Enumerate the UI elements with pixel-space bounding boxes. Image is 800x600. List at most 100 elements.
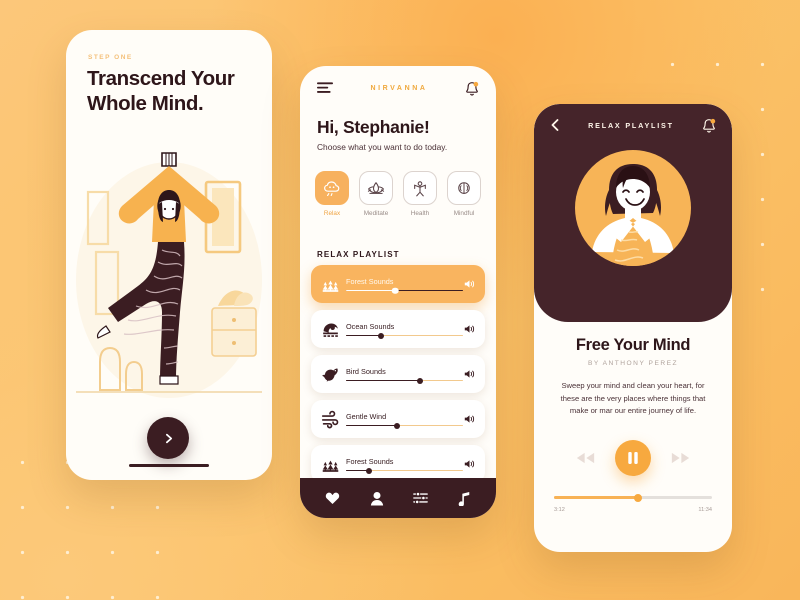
- category-mindful-box: [447, 171, 481, 205]
- category-relax[interactable]: Relax: [315, 171, 349, 217]
- yoga-illustration: [76, 152, 262, 398]
- track-body: Forest Sounds: [346, 276, 463, 295]
- track-body: Ocean Sounds: [346, 321, 463, 339]
- track-slider-thumb[interactable]: [366, 467, 373, 474]
- chevron-left-icon[interactable]: [550, 118, 560, 132]
- speaker-icon[interactable]: [463, 414, 476, 424]
- track-slider[interactable]: [346, 467, 463, 474]
- bottom-navigation: [300, 478, 496, 518]
- person-icon: [370, 491, 383, 505]
- lotus-flower-icon: [367, 181, 385, 194]
- home-screen: NIRVANNA Hi, Stephanie! Choose what you …: [300, 66, 496, 518]
- track-slider-fill: [346, 290, 396, 292]
- track-name: Forest Sounds: [346, 456, 394, 466]
- play-pause-button[interactable]: [615, 440, 651, 476]
- track-slider-thumb[interactable]: [391, 287, 399, 295]
- track-slider[interactable]: [346, 287, 463, 295]
- player-screen: RELAX PLAYLIST Free Your Mind BY ANTHONY…: [534, 104, 732, 552]
- sliders-icon: [413, 491, 429, 505]
- bird-icon: [319, 365, 341, 384]
- track-row[interactable]: Forest Sounds: [311, 265, 485, 303]
- ocean-wave-icon: [319, 320, 341, 339]
- track-name: Ocean Sounds: [346, 321, 395, 331]
- track-name: Bird Sounds: [346, 366, 386, 376]
- home-topbar: NIRVANNA: [300, 66, 496, 110]
- track-body: Bird Sounds: [346, 366, 463, 384]
- speaker-icon[interactable]: [463, 459, 476, 469]
- track-slider[interactable]: [346, 377, 463, 384]
- playlist: Forest Sounds Ocean Sounds Bird Sounds G…: [311, 265, 485, 490]
- track-slider-fill: [346, 335, 382, 337]
- hamburger-menu-icon[interactable]: [317, 82, 333, 94]
- greeting-subtitle: Choose what you want to do today.: [317, 142, 448, 152]
- next-button[interactable]: [147, 417, 189, 459]
- bell-notification-icon[interactable]: [702, 118, 716, 133]
- speaker-icon[interactable]: [463, 324, 476, 334]
- forest-trees-icon: [319, 275, 341, 294]
- track-row[interactable]: Bird Sounds: [311, 355, 485, 393]
- track-slider[interactable]: [346, 332, 463, 339]
- category-health-box: [403, 171, 437, 205]
- track-slider-thumb[interactable]: [416, 377, 423, 384]
- brain-icon: [458, 181, 470, 194]
- progress-slider[interactable]: [554, 493, 712, 502]
- time-current: 3:12: [554, 507, 565, 513]
- chevron-right-icon: [165, 433, 172, 443]
- nav-music[interactable]: [458, 491, 471, 506]
- category-meditate-box: [359, 171, 393, 205]
- home-indicator: [129, 463, 209, 467]
- track-row[interactable]: Gentle Wind: [311, 400, 485, 438]
- greeting-title: Hi, Stephanie!: [317, 117, 430, 137]
- section-title: RELAX PLAYLIST: [317, 250, 400, 259]
- category-relax-box: [315, 171, 349, 205]
- track-slider-thumb[interactable]: [378, 332, 385, 339]
- wind-icon: [319, 410, 341, 429]
- category-list: Relax Meditate Health Mindful: [315, 171, 481, 217]
- player-topbar: RELAX PLAYLIST: [534, 104, 732, 146]
- pause-icon: [628, 452, 638, 464]
- nav-profile[interactable]: [370, 491, 384, 506]
- player-controls: [534, 440, 732, 476]
- category-mindful-label: Mindful: [453, 209, 475, 217]
- rewind-button[interactable]: [576, 451, 595, 465]
- progress-fill: [554, 496, 638, 500]
- cloud-relax-icon: [324, 181, 340, 196]
- track-slider[interactable]: [346, 422, 463, 429]
- time-total: 11:34: [698, 507, 712, 513]
- avatar: [575, 150, 691, 266]
- progress-thumb[interactable]: [633, 493, 642, 502]
- app-brand: NIRVANNA: [370, 84, 428, 92]
- song-quote: Sweep your mind and clean your heart, fo…: [560, 381, 706, 415]
- forward-button[interactable]: [671, 451, 690, 465]
- speaker-icon[interactable]: [463, 369, 476, 379]
- category-relax-label: Relax: [323, 209, 341, 217]
- category-meditate-label: Meditate: [363, 209, 389, 217]
- track-slider-thumb[interactable]: [394, 422, 401, 429]
- bell-notification-icon[interactable]: [465, 81, 479, 96]
- track-name: Forest Sounds: [346, 276, 394, 286]
- track-slider-fill: [346, 425, 398, 427]
- speaker-icon[interactable]: [463, 279, 476, 289]
- track-row[interactable]: Ocean Sounds: [311, 310, 485, 348]
- track-body: Gentle Wind: [346, 411, 463, 429]
- step-label: STEP ONE: [88, 54, 133, 61]
- music-note-icon: [458, 491, 470, 506]
- fast-forward-icon: [671, 452, 690, 464]
- nav-favorites[interactable]: [325, 491, 340, 505]
- page-title: Transcend Your Whole Mind.: [87, 67, 235, 115]
- nav-settings[interactable]: [413, 491, 429, 505]
- onboarding-screen: STEP ONE Transcend Your Whole Mind.: [66, 30, 272, 480]
- category-health[interactable]: Health: [403, 171, 437, 217]
- forest-trees-icon: [319, 455, 341, 474]
- track-name: Gentle Wind: [346, 411, 387, 421]
- song-artist: BY ANTHONY PEREZ: [587, 360, 679, 367]
- category-meditate[interactable]: Meditate: [359, 171, 393, 217]
- song-title: Free Your Mind: [575, 336, 691, 354]
- body-stretch-icon: [414, 180, 426, 196]
- category-mindful[interactable]: Mindful: [447, 171, 481, 217]
- player-page-title: RELAX PLAYLIST: [588, 120, 674, 130]
- track-slider-fill: [346, 380, 420, 382]
- heart-icon: [325, 492, 340, 504]
- track-body: Forest Sounds: [346, 456, 463, 474]
- rewind-icon: [576, 452, 595, 464]
